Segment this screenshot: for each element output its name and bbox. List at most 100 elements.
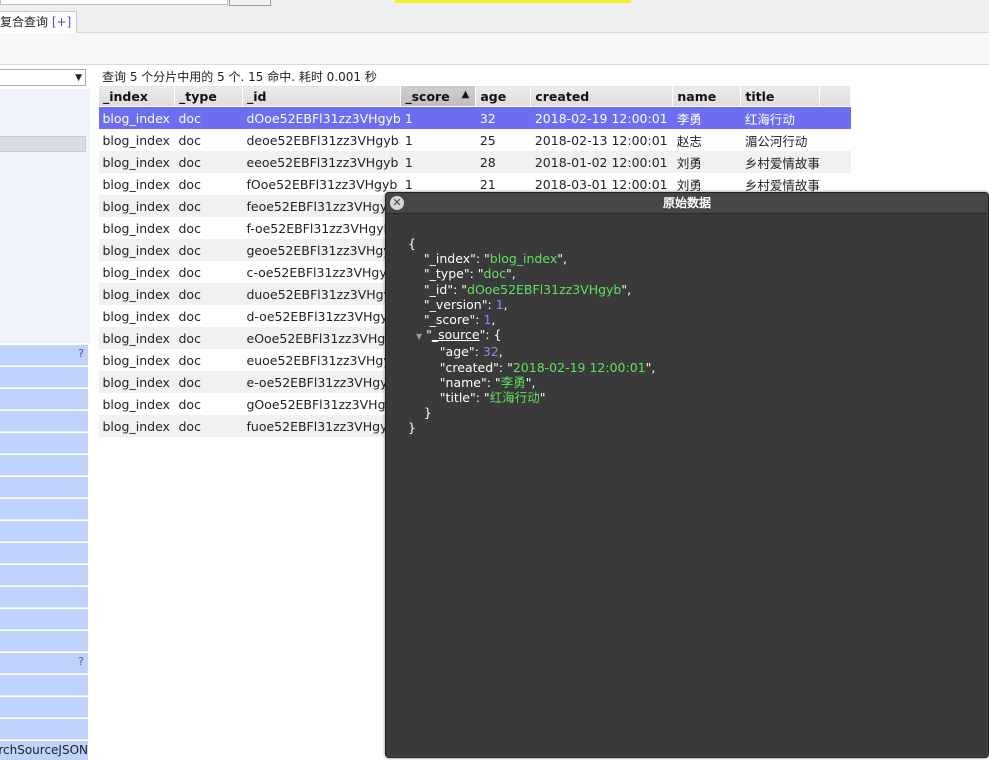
sidebar-row[interactable] xyxy=(0,521,88,542)
sidebar: ▼ ?? searchSourceJSON xyxy=(0,65,90,760)
cell-type: doc xyxy=(174,415,243,437)
sidebar-row[interactable] xyxy=(0,631,88,652)
sidebar-row[interactable] xyxy=(0,389,88,410)
raw-data-dialog: 原始数据 ✕ { "_index": "blog_index", "_type"… xyxy=(385,192,989,758)
sidebar-row[interactable] xyxy=(0,433,88,454)
sidebar-row[interactable] xyxy=(0,543,88,564)
json-score-value: 1 xyxy=(483,312,492,328)
cell-index: blog_index xyxy=(98,151,175,173)
cell-id: deoe52EBFl31zz3VHgyb xyxy=(242,129,401,151)
sidebar-row[interactable] xyxy=(0,719,88,740)
json-title-value: 红海行动 xyxy=(489,390,540,406)
raw-data-body: { "_index": "blog_index", "_type": "doc"… xyxy=(386,213,987,756)
query-summary: 查询 5 个分片中用的 5 个. 15 命中. 耗时 0.001 秒 xyxy=(102,70,377,84)
cell-score: 1 xyxy=(400,129,476,151)
column-header-label: _index xyxy=(103,88,148,104)
column-header-id[interactable]: _id xyxy=(241,85,402,107)
cell-id: e-oe52EBFl31zz3VHgyb xyxy=(242,371,401,393)
cell-score: 1 xyxy=(400,151,476,173)
cell-age: 28 xyxy=(475,151,531,173)
column-header-label: created xyxy=(535,88,590,104)
table-row[interactable]: blog_index doc dOoe52EBFl31zz3VHgyb 1 32 2018… xyxy=(98,106,851,129)
cell-created: 2018-01-02 12:00:01 xyxy=(530,151,673,173)
cell-id: f-oe52EBFl31zz3VHgyb xyxy=(242,217,401,239)
sidebar-row[interactable] xyxy=(0,675,88,696)
top-bar: 复合查询 [+] xyxy=(0,0,989,33)
column-header-name[interactable]: name xyxy=(672,85,742,107)
column-header-index[interactable]: _index xyxy=(98,85,175,107)
top-search-button[interactable] xyxy=(229,0,271,6)
json-id-value: dOoe52EBFl31zz3VHgyb xyxy=(467,281,622,297)
cell-id: dOoe52EBFl31zz3VHgyb xyxy=(242,106,401,129)
cell-index: blog_index xyxy=(98,327,175,349)
sidebar-row[interactable] xyxy=(0,587,88,608)
help-icon[interactable]: ? xyxy=(78,347,84,360)
cell-type: doc xyxy=(174,349,243,371)
sidebar-row[interactable] xyxy=(0,477,88,498)
cell-type: doc xyxy=(174,239,243,261)
cell-type: doc xyxy=(174,151,243,173)
cell-created: 2018-02-19 12:00:01 xyxy=(530,106,673,129)
cell-id: euoe52EBFl31zz3VHgyb xyxy=(242,349,401,371)
cell-name: 刘勇 xyxy=(672,151,741,173)
cell-spacer xyxy=(819,151,851,173)
cell-index: blog_index xyxy=(98,349,175,371)
cell-id: feoe52EBFl31zz3VHgyb xyxy=(242,195,401,217)
collapse-toggle-icon[interactable]: ▼ xyxy=(416,332,422,341)
sidebar-row[interactable]: ? xyxy=(0,345,88,366)
help-icon[interactable]: ? xyxy=(78,655,84,668)
cell-type: doc xyxy=(174,261,243,283)
sidebar-row[interactable] xyxy=(0,565,88,586)
sidebar-row[interactable] xyxy=(0,697,88,718)
toolbar xyxy=(0,33,989,65)
cell-id: gOoe52EBFl31zz3VHgyb xyxy=(242,393,401,415)
column-header-age[interactable]: age xyxy=(475,85,532,107)
sidebar-row[interactable] xyxy=(0,367,88,388)
table-row[interactable]: blog_index doc deoe52EBFl31zz3VHgyb 1 25 2018… xyxy=(98,129,851,151)
cell-index: blog_index xyxy=(98,261,175,283)
table-row[interactable]: blog_index doc eeoe52EBFl31zz3VHgyb 1 28 2018… xyxy=(98,151,851,173)
cell-type: doc xyxy=(174,371,243,393)
sidebar-row[interactable] xyxy=(0,455,88,476)
cell-type: doc xyxy=(174,173,243,195)
cell-type: doc xyxy=(174,217,243,239)
sidebar-item-search-source-json[interactable]: searchSourceJSON xyxy=(0,741,88,760)
cell-index: blog_index xyxy=(98,106,175,129)
cell-title: 乡村爱情故事 xyxy=(740,151,820,173)
tab-compound-query[interactable]: 复合查询 [+] xyxy=(0,11,77,33)
column-header-title[interactable]: title xyxy=(740,85,821,107)
cell-type: doc xyxy=(174,327,243,349)
sidebar-field[interactable] xyxy=(0,136,86,152)
cell-score: 1 xyxy=(400,106,476,129)
index-select[interactable]: ▼ xyxy=(0,69,86,86)
cell-type: doc xyxy=(174,283,243,305)
cell-spacer xyxy=(819,129,851,151)
column-header-score[interactable]: _score ▲ xyxy=(400,85,477,107)
raw-json-view: { "_index": "blog_index", "_type": "doc"… xyxy=(408,236,656,436)
sidebar-row[interactable]: ? xyxy=(0,653,88,674)
cell-type: doc xyxy=(174,393,243,415)
column-header-label: _id xyxy=(247,88,267,104)
cell-type: doc xyxy=(174,195,243,217)
cell-index: blog_index xyxy=(98,393,175,415)
tab-add-button[interactable]: [+] xyxy=(52,15,71,29)
cell-index: blog_index xyxy=(98,195,175,217)
column-header-created[interactable]: created xyxy=(530,85,674,107)
top-highlight-banner xyxy=(395,0,631,3)
cell-id: eeoe52EBFl31zz3VHgyb xyxy=(242,151,401,173)
top-search-input[interactable] xyxy=(0,0,228,5)
sidebar-row[interactable] xyxy=(0,411,88,432)
cell-age: 32 xyxy=(475,106,531,129)
json-created-value: 2018-02-19 12:00:01 xyxy=(512,359,646,375)
cell-spacer xyxy=(819,106,851,129)
cell-title: 湄公河行动 xyxy=(740,129,820,151)
cell-id: geoe52EBFl31zz3VHgyb xyxy=(242,239,401,261)
column-header-spacer xyxy=(819,85,852,107)
sidebar-row[interactable] xyxy=(0,499,88,520)
column-header-type[interactable]: _type xyxy=(174,85,243,107)
cell-id: d-oe52EBFl31zz3VHgyb xyxy=(242,305,401,327)
sidebar-row[interactable] xyxy=(0,609,88,630)
cell-index: blog_index xyxy=(98,217,175,239)
column-header-label: title xyxy=(745,88,775,104)
close-icon[interactable]: ✕ xyxy=(390,196,404,210)
